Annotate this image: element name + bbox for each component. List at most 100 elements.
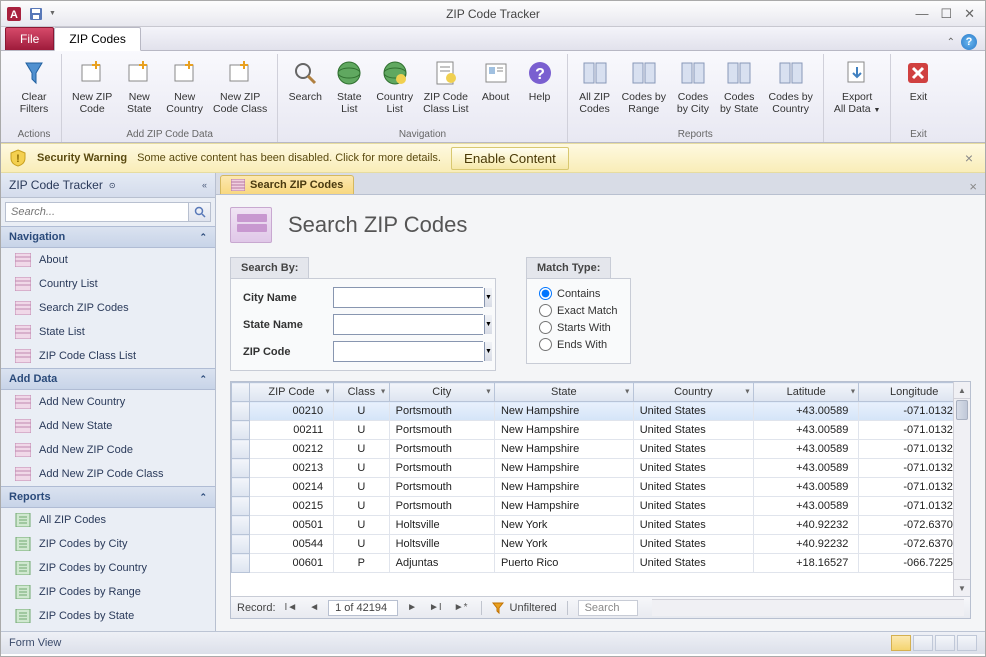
cell-lat[interactable]: +18.16527 [753,554,858,573]
navpane-item[interactable]: ZIP Codes by Country [1,556,215,580]
filter-icon[interactable] [492,602,504,614]
cell-lat[interactable]: +43.00589 [753,497,858,516]
navpane-item[interactable]: About [1,248,215,272]
cell-zip[interactable]: 00215 [250,497,334,516]
match-radio[interactable] [539,287,552,300]
cell-state[interactable]: New York [494,516,633,535]
navpane-item[interactable]: Add New Country [1,390,215,414]
cell-country[interactable]: United States [633,554,753,573]
cell-lat[interactable]: +43.00589 [753,421,858,440]
match-option[interactable]: Starts With [539,321,618,334]
cell-class[interactable]: U [334,497,390,516]
cell-lat[interactable]: +43.00589 [753,402,858,421]
cell-state[interactable]: New Hampshire [494,421,633,440]
table-row[interactable]: 00211UPortsmouthNew HampshireUnited Stat… [232,421,970,440]
navpane-item[interactable]: ZIP Codes by State [1,604,215,628]
navpane-item[interactable]: ZIP Code Class List [1,344,215,368]
exit-button[interactable]: Exit [897,54,939,127]
cell-state[interactable]: New Hampshire [494,459,633,478]
navpane-item[interactable]: State List [1,320,215,344]
new-record-button[interactable]: ►* [451,602,471,613]
horizontal-scrollbar[interactable] [652,599,964,616]
filter-status[interactable]: Unfiltered [510,602,557,614]
dropdown-icon[interactable]: ▼ [484,342,492,361]
next-record-button[interactable]: ► [404,602,420,613]
cell-zip[interactable]: 00501 [250,516,334,535]
minimize-button[interactable]: — [915,6,928,22]
form-tab[interactable]: Search ZIP Codes [220,175,354,194]
navpane-item[interactable]: Add New State [1,414,215,438]
new-zip-code-class-button[interactable]: New ZIPCode Class [209,54,271,127]
ribbon-toggle-icon[interactable]: ⌃ [947,37,955,48]
form-tab-close-icon[interactable]: × [969,179,985,194]
cell-zip[interactable]: 00212 [250,440,334,459]
cell-state[interactable]: New Hampshire [494,440,633,459]
cell-state[interactable]: New York [494,535,633,554]
cell-zip[interactable]: 00211 [250,421,334,440]
table-row[interactable]: 00501UHoltsvilleNew YorkUnited States+40… [232,516,970,535]
table-row[interactable]: 00601PAdjuntasPuerto RicoUnited States+1… [232,554,970,573]
zip-codes-tab[interactable]: ZIP Codes [54,27,140,51]
close-button[interactable]: ✕ [964,6,975,22]
table-row[interactable]: 00215UPortsmouthNew HampshireUnited Stat… [232,497,970,516]
navpane-group-header[interactable]: Navigation⌃ [1,226,215,248]
navpane-search-button[interactable] [189,202,211,222]
search-button[interactable]: Search [284,54,326,127]
collapse-icon[interactable]: ⌃ [199,232,207,243]
codes-range-button[interactable]: Codes byRange [618,54,670,127]
cell-city[interactable]: Portsmouth [389,478,494,497]
cell-country[interactable]: United States [633,497,753,516]
warning-message[interactable]: Some active content has been disabled. C… [137,152,441,164]
zip-class-list-button[interactable]: ZIP CodeClass List [419,54,473,127]
form-view-button[interactable] [891,635,911,651]
navpane-item[interactable]: Add New ZIP Code [1,438,215,462]
match-radio[interactable] [539,321,552,334]
cell-city[interactable]: Holtsville [389,516,494,535]
table-row[interactable]: 00212UPortsmouthNew HampshireUnited Stat… [232,440,970,459]
scroll-down-icon[interactable]: ▼ [954,579,970,596]
cell-state[interactable]: New Hampshire [494,402,633,421]
cell-lat[interactable]: +43.00589 [753,478,858,497]
cell-class[interactable]: U [334,535,390,554]
codes-country-button[interactable]: Codes byCountry [764,54,816,127]
column-dropdown-icon[interactable]: ▼ [624,389,631,396]
match-radio[interactable] [539,304,552,317]
cell-city[interactable]: Portsmouth [389,440,494,459]
cell-class[interactable]: U [334,421,390,440]
cell-zip[interactable]: 00214 [250,478,334,497]
city-name-input[interactable]: ▼ [333,287,483,308]
row-selector[interactable] [232,497,250,516]
table-row[interactable]: 00210UPortsmouthNew HampshireUnited Stat… [232,402,970,421]
enable-content-button[interactable]: Enable Content [451,147,569,170]
match-option[interactable]: Contains [539,287,618,300]
warning-close-icon[interactable]: × [961,150,977,166]
row-selector[interactable] [232,402,250,421]
row-selector-header[interactable] [232,383,250,402]
new-zip-code-button[interactable]: New ZIPCode [68,54,116,127]
vertical-scrollbar[interactable]: ▲ ▼ [953,382,970,596]
column-header[interactable]: City▼ [389,383,494,402]
row-selector[interactable] [232,535,250,554]
column-header[interactable]: ZIP Code▼ [250,383,334,402]
navpane-header[interactable]: ZIP Code Tracker ⊙ « [1,173,215,198]
design-view-button[interactable] [957,635,977,651]
row-selector[interactable] [232,459,250,478]
dropdown-icon[interactable]: ⊙ [109,181,116,190]
new-country-button[interactable]: NewCountry [162,54,207,127]
collapse-icon[interactable]: « [202,180,207,190]
navpane-search-input[interactable] [5,202,189,222]
zip-code-input[interactable]: ▼ [333,341,483,362]
cell-country[interactable]: United States [633,459,753,478]
collapse-icon[interactable]: ⌃ [199,492,207,503]
navpane-item[interactable]: ZIP Codes by City [1,532,215,556]
cell-zip[interactable]: 00544 [250,535,334,554]
cell-city[interactable]: Adjuntas [389,554,494,573]
cell-zip[interactable]: 00601 [250,554,334,573]
column-header[interactable]: Latitude▼ [753,383,858,402]
about-button[interactable]: About [475,54,517,127]
navpane-item[interactable]: All ZIP Codes [1,508,215,532]
save-icon[interactable] [27,5,45,23]
cell-class[interactable]: U [334,440,390,459]
cell-class[interactable]: U [334,459,390,478]
row-selector[interactable] [232,516,250,535]
